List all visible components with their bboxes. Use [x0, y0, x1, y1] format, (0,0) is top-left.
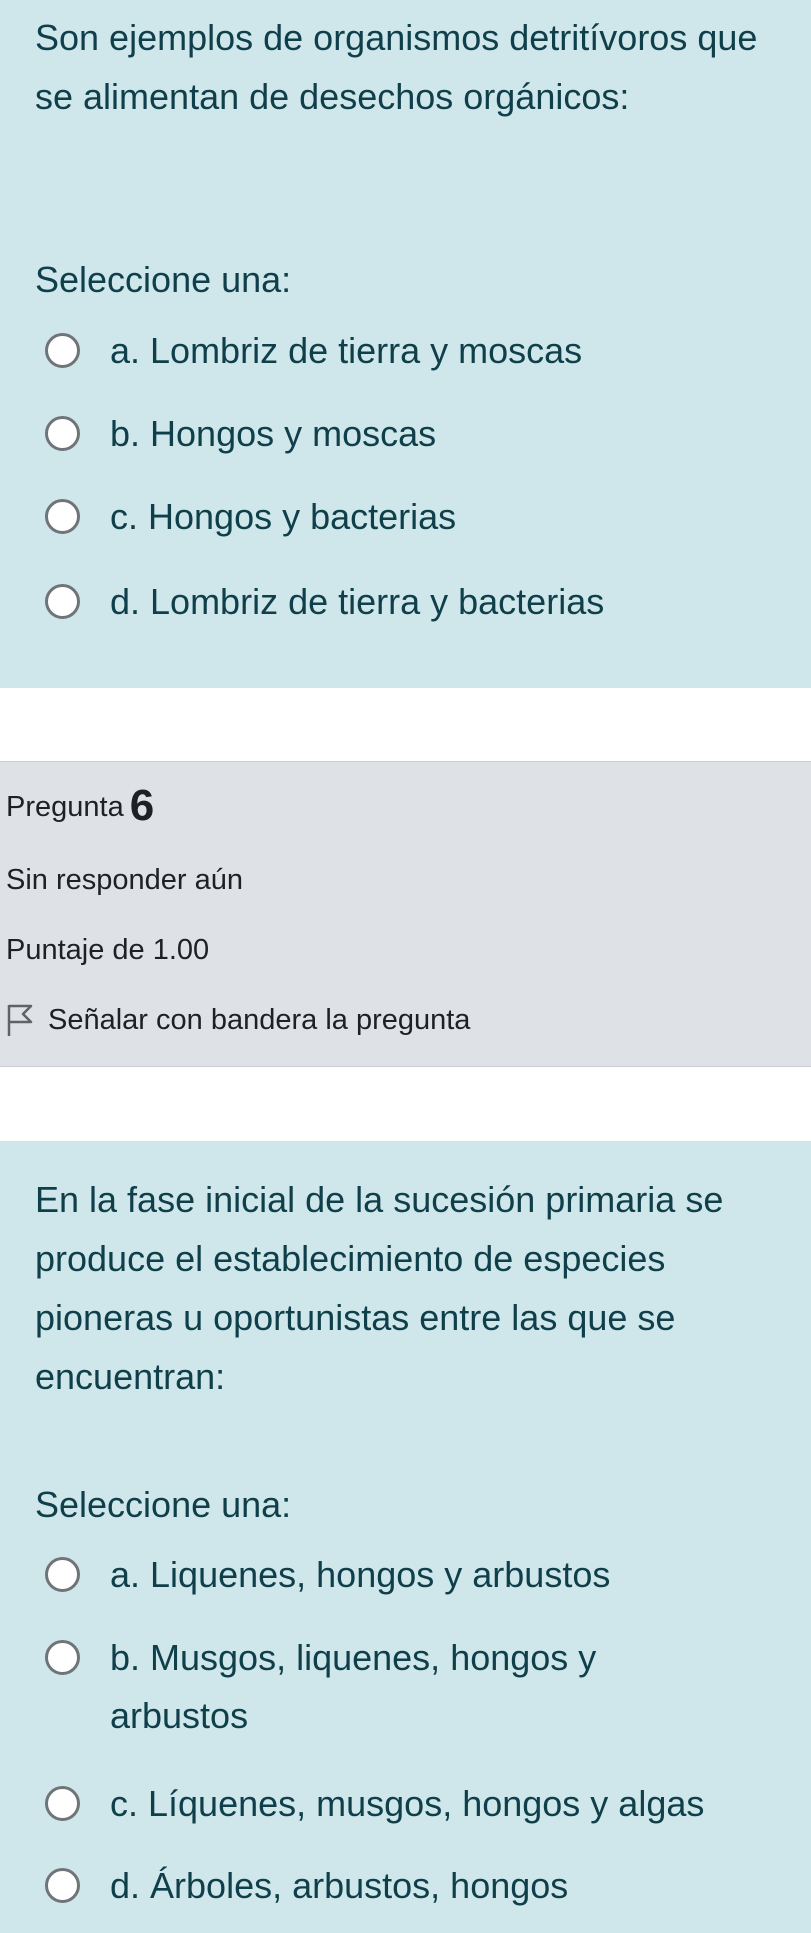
flag-outline-icon[interactable]: [6, 1003, 34, 1037]
question-6-info-panel: Pregunta 6 Sin responder aún Puntaje de 1…: [0, 761, 811, 1067]
select-one-prompt: Seleccione una:: [35, 1484, 292, 1525]
question-text: Son ejemplos de organismos detritívoros …: [35, 17, 758, 117]
question-5-content: Son ejemplos de organismos detritívoros …: [0, 0, 811, 688]
question-number: 6: [129, 781, 155, 830]
radio-button[interactable]: [45, 333, 80, 368]
radio-button[interactable]: [45, 499, 80, 534]
flag-question-label[interactable]: Señalar con bandera la pregunta: [48, 1002, 470, 1038]
question-6-content: En la fase inicial de la sucesión primar…: [0, 1141, 811, 1933]
question-score: Puntaje de 1.00: [6, 934, 210, 966]
question-text: En la fase inicial de la sucesión primar…: [35, 1179, 724, 1397]
answer-option-label[interactable]: c. Hongos y bacterias: [110, 488, 810, 546]
radio-button[interactable]: [45, 1640, 80, 1675]
answer-option-label[interactable]: b. Musgos, liquenes, hongos y arbustos: [110, 1629, 730, 1745]
question-status: Sin responder aún: [6, 864, 243, 896]
flag-question-link[interactable]: Señalar con bandera la pregunta: [6, 1002, 470, 1038]
select-one-prompt: Seleccione una:: [35, 259, 292, 300]
radio-button[interactable]: [45, 416, 80, 451]
radio-button[interactable]: [45, 584, 80, 619]
radio-button[interactable]: [45, 1786, 80, 1821]
radio-button[interactable]: [45, 1557, 80, 1592]
answer-option-label[interactable]: c. Líquenes, musgos, hongos y algas: [110, 1775, 810, 1833]
answer-option-label[interactable]: a. Liquenes, hongos y arbustos: [110, 1546, 810, 1604]
radio-button[interactable]: [45, 1868, 80, 1903]
question-number-heading: Pregunta 6: [6, 784, 154, 828]
answer-option-label[interactable]: a. Lombriz de tierra y moscas: [110, 322, 810, 380]
answer-option-label[interactable]: d. Lombriz de tierra y bacterias: [110, 573, 810, 631]
answer-option-label[interactable]: b. Hongos y moscas: [110, 405, 810, 463]
answer-option-label[interactable]: d. Árboles, arbustos, hongos: [110, 1857, 810, 1915]
question-label: Pregunta: [6, 791, 124, 823]
